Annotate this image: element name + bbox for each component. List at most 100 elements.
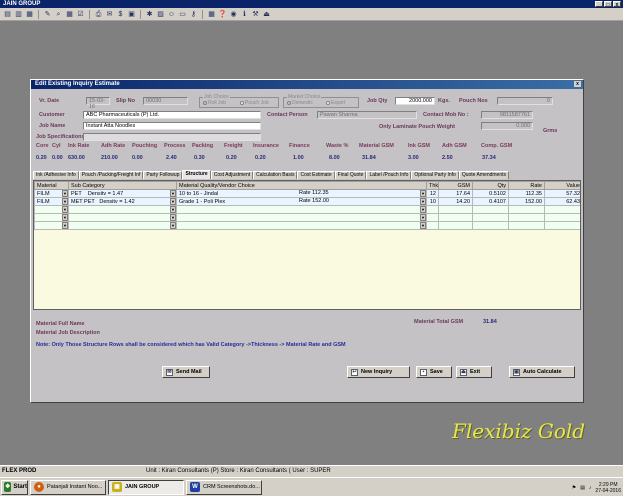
value-cell[interactable] bbox=[544, 205, 580, 214]
dropdown-arrow-icon[interactable]: ▼ bbox=[170, 198, 176, 205]
value-cell[interactable] bbox=[544, 213, 580, 222]
tab-structure[interactable]: Structure bbox=[182, 170, 211, 179]
value-cell[interactable] bbox=[544, 221, 580, 230]
rate-cell[interactable] bbox=[508, 205, 545, 214]
print-icon[interactable]: ⎙ bbox=[94, 10, 103, 19]
edit-icon[interactable]: ✎ bbox=[43, 10, 52, 19]
dropdown-arrow-icon[interactable]: ▼ bbox=[170, 206, 176, 213]
close-button[interactable]: x bbox=[613, 1, 621, 8]
tab-final-quote[interactable]: Final Quote bbox=[334, 171, 367, 179]
new-icon[interactable]: ▤ bbox=[3, 10, 12, 19]
taskbar-item-jain-group[interactable]: ▣ JAIN GROUP bbox=[108, 479, 184, 495]
exit-icon[interactable]: ⏏ bbox=[262, 10, 271, 19]
start-button[interactable]: ❖ Start bbox=[1, 479, 28, 495]
dropdown-arrow-icon[interactable]: ▼ bbox=[420, 206, 426, 213]
tab-party-followup[interactable]: Party Followup bbox=[143, 171, 183, 179]
only-laminate-field[interactable]: 0.000 bbox=[481, 122, 533, 130]
subcategory-cell[interactable]: MET PET Densitv = 1.42 ▼ bbox=[68, 197, 177, 206]
table-row[interactable]: FILM ▼ MET PET Densitv = 1.42 ▼ Grade 1 - … bbox=[34, 197, 580, 206]
tab-label-pouch[interactable]: Label /Pouch Info bbox=[366, 171, 412, 179]
thk-cell[interactable] bbox=[426, 221, 439, 230]
chart-icon[interactable]: ▨ bbox=[156, 10, 165, 19]
network-icon[interactable]: ▤ bbox=[580, 485, 585, 491]
tab-optional-party[interactable]: Optional Party Info bbox=[411, 171, 459, 179]
document-icon[interactable]: ▦ bbox=[25, 10, 34, 19]
pouch-job-radio[interactable]: Pouch Job bbox=[240, 100, 269, 106]
money-icon[interactable]: $ bbox=[116, 10, 125, 19]
material-cell[interactable]: FILM ▼ bbox=[34, 189, 69, 198]
quality-cell[interactable]: ▼ bbox=[176, 221, 427, 230]
dropdown-arrow-icon[interactable]: ▼ bbox=[62, 206, 68, 213]
table-row[interactable]: ▼ ▼ ▼ bbox=[34, 221, 580, 230]
mail-icon[interactable]: ✉ bbox=[105, 10, 114, 19]
user-icon[interactable]: ☺ bbox=[167, 10, 176, 19]
gsm-cell[interactable] bbox=[438, 205, 473, 214]
quality-cell[interactable]: ▼ bbox=[176, 205, 427, 214]
subcategory-cell[interactable]: ▼ bbox=[68, 205, 177, 214]
folder-icon[interactable]: ▭ bbox=[178, 10, 187, 19]
maximize-button[interactable]: □ bbox=[604, 1, 612, 8]
dropdown-arrow-icon[interactable]: ▼ bbox=[170, 190, 176, 197]
volume-icon[interactable]: ♪ bbox=[589, 485, 592, 491]
qty-cell[interactable] bbox=[472, 213, 509, 222]
slip-no-field[interactable]: 00030 bbox=[143, 97, 188, 105]
qty-cell[interactable]: 0.5102 bbox=[472, 189, 509, 198]
dialog-close-button[interactable]: x bbox=[574, 81, 581, 87]
thk-cell[interactable]: 12 bbox=[426, 189, 439, 198]
dial-icon[interactable]: ◉ bbox=[229, 10, 238, 19]
contact-person-field[interactable]: Pawan Sharma bbox=[317, 111, 417, 119]
dropdown-arrow-icon[interactable]: ▼ bbox=[62, 198, 68, 205]
dropdown-arrow-icon[interactable]: ▼ bbox=[62, 222, 68, 229]
tab-cost-adjustment[interactable]: Cost Adjustment bbox=[210, 171, 254, 179]
subcategory-cell[interactable]: PET Densitv = 1.47 ▼ bbox=[68, 189, 177, 198]
contact-mob-field[interactable]: 9811587761 bbox=[481, 111, 533, 119]
value-cell[interactable]: 57.32 bbox=[544, 189, 580, 198]
material-cell[interactable]: ▼ bbox=[34, 205, 69, 214]
tab-pouch-packing[interactable]: Pouch /Packing/Freight Inf bbox=[78, 171, 144, 179]
qty-cell[interactable] bbox=[472, 221, 509, 230]
minimize-button[interactable]: _ bbox=[595, 1, 603, 8]
roll-job-radio[interactable]: Roll Job bbox=[203, 100, 226, 106]
flag-icon[interactable]: ⚑ bbox=[572, 485, 576, 491]
domestic-radio[interactable]: Domestic bbox=[287, 100, 313, 106]
material-cell[interactable]: FILM ▼ bbox=[34, 197, 69, 206]
gsm-cell[interactable] bbox=[438, 213, 473, 222]
calendar-icon[interactable]: ▦ bbox=[207, 10, 216, 19]
job-name-field[interactable]: Instant Atta Noodles bbox=[83, 122, 261, 130]
gsm-cell[interactable]: 17.64 bbox=[438, 189, 473, 198]
info-icon[interactable]: ℹ bbox=[240, 10, 249, 19]
gsm-cell[interactable]: 14.20 bbox=[438, 197, 473, 206]
subcategory-cell[interactable]: ▼ bbox=[68, 213, 177, 222]
export-radio[interactable]: Export bbox=[326, 100, 345, 106]
tab-ink-adhesive[interactable]: Ink /Adhesive Info bbox=[33, 171, 79, 179]
dropdown-arrow-icon[interactable]: ▼ bbox=[420, 222, 426, 229]
calc-icon[interactable]: ▣ bbox=[127, 10, 136, 19]
dropdown-arrow-icon[interactable]: ▼ bbox=[170, 214, 176, 221]
grid-icon[interactable]: ▦ bbox=[65, 10, 74, 19]
rate-cell[interactable]: 112.35 bbox=[508, 189, 545, 198]
pouch-nos-field[interactable]: 0 bbox=[497, 97, 553, 105]
rate-cell[interactable] bbox=[508, 221, 545, 230]
help-icon[interactable]: ❓ bbox=[218, 10, 227, 19]
star-icon[interactable]: ✱ bbox=[145, 10, 154, 19]
taskbar-item-word[interactable]: W CRM Screenshots.do... bbox=[186, 479, 262, 495]
auto-calculate-button[interactable]: ▣ Auto Calculate bbox=[509, 366, 575, 378]
thk-cell[interactable]: 10 bbox=[426, 197, 439, 206]
key-icon[interactable]: ⚷ bbox=[189, 10, 198, 19]
check-icon[interactable]: ☑ bbox=[76, 10, 85, 19]
customer-field[interactable]: ABC Pharmaceuticals (P) Ltd. bbox=[83, 111, 261, 119]
send-mail-button[interactable]: ✉ Send Mail bbox=[162, 366, 210, 378]
subcategory-cell[interactable]: ▼ bbox=[68, 221, 177, 230]
new-inquiry-button[interactable]: ↩ New Inquiry bbox=[347, 366, 410, 378]
dropdown-arrow-icon[interactable]: ▼ bbox=[420, 214, 426, 221]
tools-icon[interactable]: ⚒ bbox=[251, 10, 260, 19]
job-qty-field[interactable]: 2000.000 bbox=[395, 97, 435, 105]
thk-cell[interactable] bbox=[426, 213, 439, 222]
rate-cell[interactable]: 152.00 bbox=[508, 197, 545, 206]
table-row[interactable]: FILM ▼ PET Densitv = 1.47 ▼ 10 to 16 - Jin… bbox=[34, 189, 580, 198]
dropdown-arrow-icon[interactable]: ▼ bbox=[62, 214, 68, 221]
material-cell[interactable]: ▼ bbox=[34, 221, 69, 230]
quality-cell[interactable]: ▼ bbox=[176, 213, 427, 222]
search-icon[interactable]: ⌕ bbox=[54, 10, 63, 19]
quality-cell[interactable]: Grade 1 - Poli Plex Rate 152.00 ▼ bbox=[176, 197, 427, 206]
